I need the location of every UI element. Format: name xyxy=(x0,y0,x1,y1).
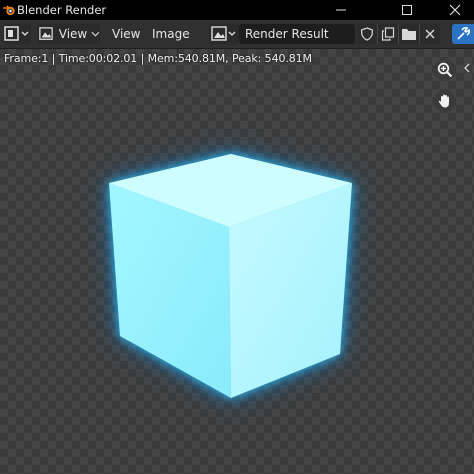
render-info-text: Frame:1 | Time:00:02.01 | Mem:540.81M, P… xyxy=(4,52,312,65)
close-window-button[interactable] xyxy=(436,0,474,20)
minimize-button[interactable] xyxy=(322,0,360,20)
fake-user-button[interactable] xyxy=(357,24,377,44)
view-mode-dropdown[interactable]: View xyxy=(37,24,100,44)
pan-button[interactable] xyxy=(434,90,456,112)
zoom-button[interactable] xyxy=(434,59,456,81)
minimize-icon xyxy=(336,9,346,11)
window-titlebar: Blender Render xyxy=(0,0,474,20)
image-editor-icon xyxy=(4,26,29,41)
window-title: Blender Render xyxy=(17,3,107,17)
image-editor-header: View View Image Render Result xyxy=(0,20,474,49)
hand-icon xyxy=(438,94,449,108)
x-icon xyxy=(425,29,435,39)
chevron-down-icon xyxy=(91,31,100,37)
chevron-left-icon[interactable] xyxy=(463,63,471,73)
maximize-button[interactable] xyxy=(388,0,426,20)
duplicate-icon xyxy=(381,27,395,41)
rendered-cube-image xyxy=(109,154,352,398)
folder-icon xyxy=(402,29,416,40)
tool-icon xyxy=(457,26,471,40)
new-image-button[interactable] xyxy=(378,24,398,44)
zoom-icon xyxy=(437,62,453,78)
image-icon xyxy=(39,27,53,40)
maximize-icon xyxy=(402,5,412,15)
editor-type-button[interactable] xyxy=(3,24,31,44)
unlink-image-button[interactable] xyxy=(420,24,440,44)
menu-image[interactable]: Image xyxy=(152,26,190,42)
menu-view[interactable]: View xyxy=(112,26,140,42)
view-mode-label: View xyxy=(58,27,88,41)
shield-icon xyxy=(360,27,374,41)
render-viewport[interactable]: Frame:1 | Time:00:02.01 | Mem:540.81M, P… xyxy=(0,49,474,474)
close-icon xyxy=(449,4,461,16)
image-browse-button[interactable] xyxy=(209,24,239,44)
image-name-field[interactable]: Render Result xyxy=(239,24,355,44)
tool-settings-button[interactable] xyxy=(452,24,474,44)
open-image-button[interactable] xyxy=(399,24,419,44)
image-browse-icon xyxy=(211,26,236,41)
blender-logo-icon xyxy=(3,5,15,16)
